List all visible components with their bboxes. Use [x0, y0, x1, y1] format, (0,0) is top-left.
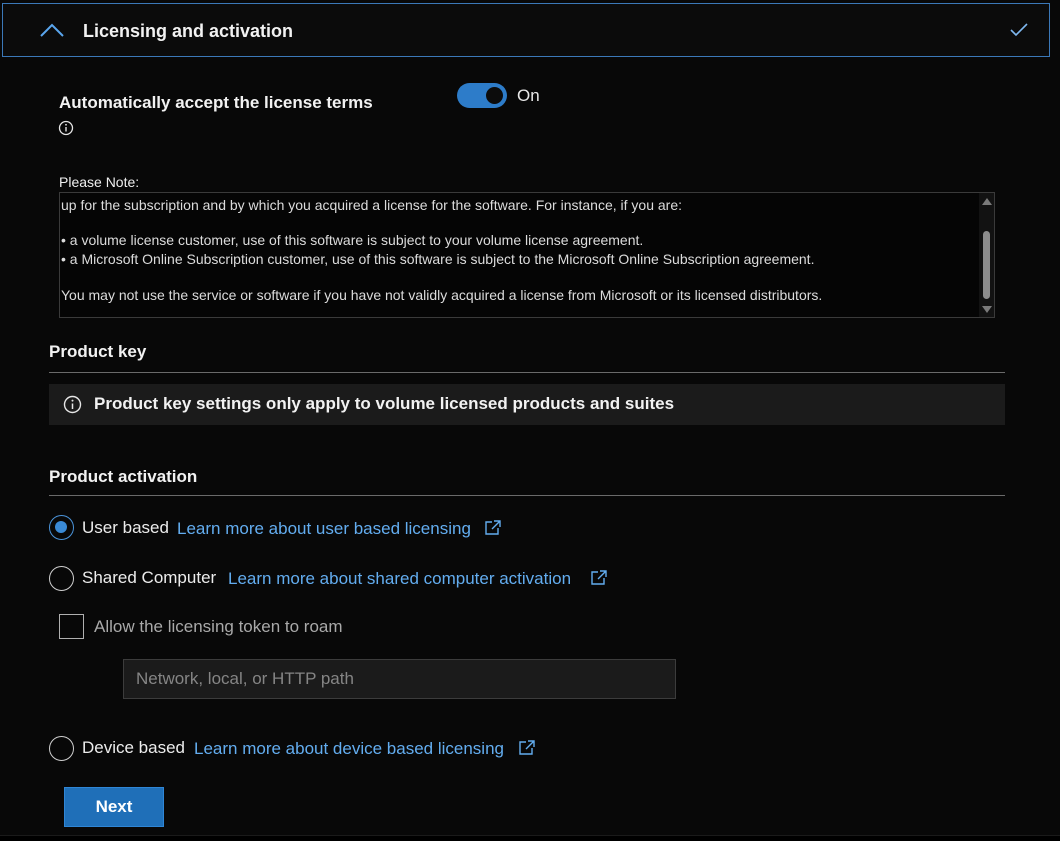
- info-icon: [63, 395, 82, 414]
- license-note-textbox[interactable]: up for the subscription and by which you…: [59, 192, 995, 318]
- radio-dot: [55, 521, 67, 533]
- product-activation-heading: Product activation: [49, 467, 198, 486]
- product-key-heading: Product key: [49, 342, 147, 361]
- note-line: • a volume license customer, use of this…: [61, 232, 644, 248]
- user-based-learn-more-link[interactable]: Learn more about user based licensing: [177, 519, 471, 539]
- section-header-licensing[interactable]: Licensing and activation: [2, 3, 1050, 57]
- checkmark-icon: [1010, 23, 1028, 37]
- divider: [49, 372, 1005, 373]
- user-based-radio[interactable]: [49, 515, 74, 540]
- product-key-info-bar: Product key settings only apply to volum…: [49, 384, 1005, 425]
- note-line: You may not use the service or software …: [61, 287, 823, 303]
- toggle-state-label: On: [517, 86, 540, 105]
- toggle-knob: [486, 87, 503, 104]
- external-link-icon[interactable]: [518, 740, 535, 755]
- token-path-input[interactable]: [123, 659, 676, 699]
- note-line: • a Microsoft Online Subscription custom…: [61, 251, 815, 267]
- shared-computer-label[interactable]: Shared Computer: [82, 568, 216, 588]
- user-based-label[interactable]: User based: [82, 518, 169, 538]
- device-based-learn-more-link[interactable]: Learn more about device based licensing: [194, 739, 504, 759]
- shared-computer-learn-more-link[interactable]: Learn more about shared computer activat…: [228, 569, 571, 589]
- info-icon[interactable]: [58, 120, 74, 136]
- shared-computer-radio[interactable]: [49, 566, 74, 591]
- external-link-icon[interactable]: [590, 570, 607, 585]
- licensing-panel: Licensing and activation Automatically a…: [0, 0, 1060, 836]
- auto-accept-toggle[interactable]: [457, 83, 507, 108]
- next-button[interactable]: Next: [64, 787, 164, 827]
- external-link-icon[interactable]: [484, 520, 501, 535]
- scroll-thumb[interactable]: [983, 231, 990, 299]
- auto-accept-label: Automatically accept the license terms: [59, 93, 373, 112]
- device-based-radio[interactable]: [49, 736, 74, 761]
- scroll-up-arrow-icon[interactable]: [982, 198, 992, 205]
- scroll-down-arrow-icon[interactable]: [982, 306, 992, 313]
- section-title: Licensing and activation: [83, 21, 294, 41]
- note-label: Please Note:: [59, 174, 140, 190]
- device-based-label[interactable]: Device based: [82, 738, 185, 758]
- note-scrollbar[interactable]: [979, 193, 994, 317]
- roam-token-label[interactable]: Allow the licensing token to roam: [94, 617, 343, 637]
- chevron-up-icon[interactable]: [39, 22, 65, 38]
- note-line: up for the subscription and by which you…: [61, 197, 682, 213]
- roam-token-checkbox[interactable]: [59, 614, 84, 639]
- product-key-info-text: Product key settings only apply to volum…: [94, 394, 675, 413]
- divider: [49, 495, 1005, 496]
